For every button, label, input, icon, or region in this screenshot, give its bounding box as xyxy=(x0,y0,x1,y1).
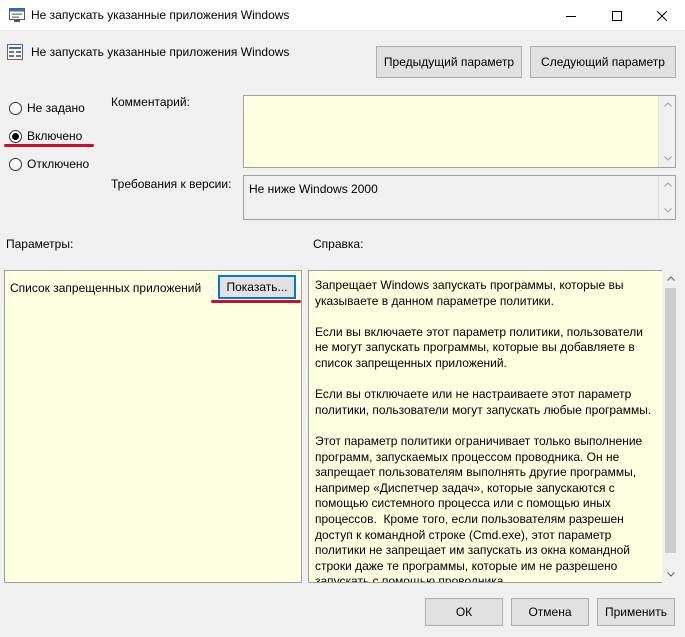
policy-settings-icon xyxy=(7,44,23,60)
help-scrollbar[interactable] xyxy=(662,270,679,583)
version-scrollbar[interactable] xyxy=(658,176,675,219)
radio-enabled[interactable]: Включено xyxy=(9,128,82,144)
help-text: Запрещает Windows запускать программы, к… xyxy=(315,278,652,583)
minimize-button[interactable] xyxy=(548,0,594,31)
scroll-thumb[interactable] xyxy=(665,288,676,553)
radio-circle-selected[interactable] xyxy=(9,129,22,143)
chevron-up-icon xyxy=(663,182,672,187)
maximize-icon xyxy=(612,10,622,21)
cancel-button[interactable]: Отмена xyxy=(511,598,589,626)
radio-disabled[interactable]: Отключено xyxy=(9,156,89,172)
chevron-up-icon xyxy=(666,276,675,281)
scroll-up-arrow[interactable] xyxy=(662,270,679,287)
blocked-apps-label: Список запрещенных приложений xyxy=(10,281,202,295)
radio-label: Не задано xyxy=(27,101,85,115)
options-panel: Список запрещенных приложений Показать..… xyxy=(4,270,302,583)
radio-selected-dot xyxy=(12,132,19,140)
title-bar: Не запускать указанные приложения Window… xyxy=(0,0,685,31)
previous-setting-button[interactable]: Предыдущий параметр xyxy=(376,46,522,78)
comment-label: Комментарий: xyxy=(111,95,190,109)
help-header: Справка: xyxy=(313,237,364,251)
apply-button[interactable]: Применить xyxy=(597,598,675,626)
ok-button[interactable]: ОК xyxy=(425,598,503,626)
scroll-down-arrow[interactable] xyxy=(659,202,676,219)
policy-title: Не запускать указанные приложения Window… xyxy=(31,45,290,59)
window-title: Не запускать указанные приложения Window… xyxy=(31,8,290,22)
chevron-down-icon xyxy=(666,572,675,577)
radio-circle[interactable] xyxy=(9,157,22,171)
comment-textbox[interactable] xyxy=(243,95,676,168)
comment-scrollbar[interactable] xyxy=(658,96,675,167)
scroll-down-arrow[interactable] xyxy=(662,566,679,583)
red-annotation-underline xyxy=(211,300,301,303)
chevron-down-icon xyxy=(663,208,672,213)
policy-window-icon xyxy=(9,8,25,22)
close-button[interactable] xyxy=(639,0,685,31)
next-setting-button[interactable]: Следующий параметр xyxy=(530,46,676,78)
show-button[interactable]: Показать... xyxy=(218,275,296,299)
chevron-down-icon xyxy=(663,156,672,161)
minimize-icon xyxy=(566,15,576,17)
help-panel: Запрещает Windows запускать программы, к… xyxy=(308,270,664,583)
maximize-button[interactable] xyxy=(594,0,640,31)
scroll-up-arrow[interactable] xyxy=(659,176,676,193)
scroll-up-arrow[interactable] xyxy=(659,96,676,113)
radio-label: Отключено xyxy=(27,157,90,171)
options-header: Параметры: xyxy=(6,237,74,251)
scroll-down-arrow[interactable] xyxy=(659,150,676,167)
radio-label: Включено xyxy=(27,129,83,143)
version-label: Требования к версии: xyxy=(111,177,232,191)
version-value: Не ниже Windows 2000 xyxy=(249,182,378,196)
radio-not-configured[interactable]: Не задано xyxy=(9,100,85,116)
close-icon xyxy=(657,10,667,21)
radio-circle[interactable] xyxy=(9,101,22,115)
red-annotation-underline xyxy=(4,144,94,147)
version-field: Не ниже Windows 2000 xyxy=(243,175,676,220)
chevron-up-icon xyxy=(663,102,672,107)
